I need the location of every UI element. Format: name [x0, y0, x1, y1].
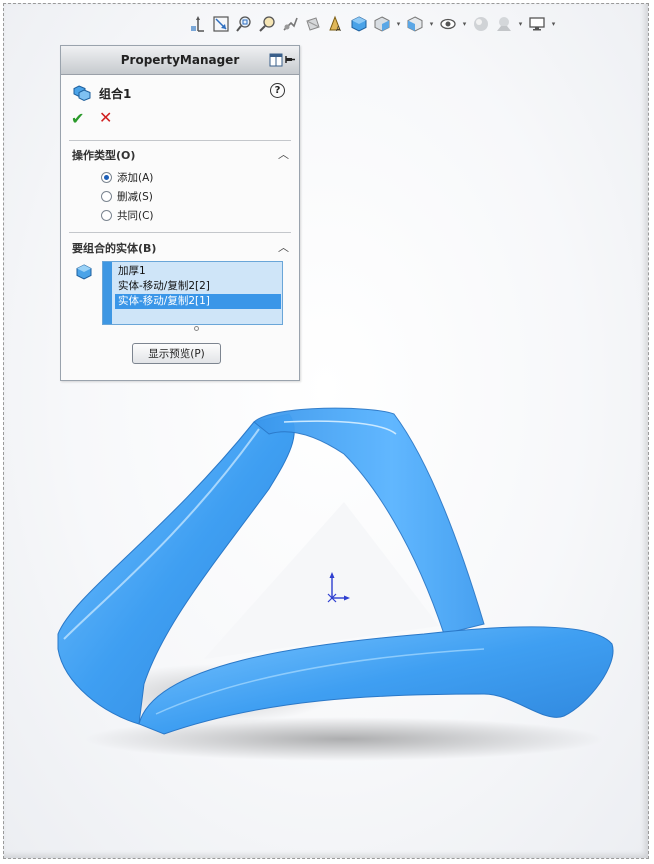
heads-up-view-toolbar: A ▾ ▾ ▾ ▾ ▾: [188, 12, 557, 36]
appearance-icon[interactable]: [471, 14, 491, 34]
list-item-selected[interactable]: 实体-移动/复制2[1]: [115, 294, 281, 309]
bodies-to-combine-title[interactable]: 要组合的实体(B): [72, 240, 156, 256]
hide-show-icon[interactable]: [372, 14, 392, 34]
ok-button[interactable]: ✔: [71, 109, 84, 128]
graphics-area[interactable]: A ▾ ▾ ▾ ▾ ▾ PropertyManager 组合1 ? ✔ ✕ 操作…: [3, 3, 649, 859]
collapse-chevron-icon[interactable]: ︿: [278, 239, 289, 255]
bodies-list[interactable]: 加厚1 实体-移动/复制2[2] 实体-移动/复制2[1]: [102, 261, 283, 325]
cancel-button[interactable]: ✕: [99, 108, 112, 127]
radio-common[interactable]: 共同(C): [101, 208, 154, 223]
radio-button-icon[interactable]: [101, 191, 112, 202]
zoom-in-out-icon[interactable]: [257, 14, 277, 34]
radio-add[interactable]: 添加(A): [101, 170, 153, 185]
bodies-list-items: 加厚1 实体-移动/复制2[2] 实体-移动/复制2[1]: [115, 264, 281, 309]
radio-subtract[interactable]: 删减(S): [101, 189, 153, 204]
view-settings-dropdown-icon[interactable]: ▾: [550, 14, 557, 34]
dynamic-annotation-icon[interactable]: A: [326, 14, 346, 34]
list-focus-bar: [103, 262, 112, 324]
list-item[interactable]: 实体-移动/复制2[2]: [115, 279, 281, 294]
origin-triad-icon: [327, 572, 350, 603]
pushpin-icon[interactable]: [285, 53, 295, 67]
collapse-chevron-icon[interactable]: ︿: [278, 146, 289, 162]
operation-type-title[interactable]: 操作类型(O): [72, 147, 135, 163]
feature-title: 组合1: [73, 84, 131, 102]
help-icon[interactable]: ?: [270, 83, 285, 98]
feature-name: 组合1: [99, 86, 132, 101]
solid-body-icon: [76, 264, 92, 280]
zoom-to-fit-icon[interactable]: [211, 14, 231, 34]
radio-subtract-label: 删减(S): [117, 191, 153, 203]
combine-feature-icon: [73, 85, 91, 102]
property-manager-title: PropertyManager: [120, 53, 240, 67]
view-type-icon[interactable]: [405, 14, 425, 34]
radio-common-label: 共同(C): [117, 210, 154, 222]
svg-text:A: A: [336, 25, 341, 33]
section-view-icon[interactable]: [303, 14, 323, 34]
show-preview-button[interactable]: 显示预览(P): [132, 343, 221, 364]
divider: [69, 140, 291, 141]
radio-add-label: 添加(A): [117, 172, 154, 184]
configuration-icon[interactable]: [269, 53, 283, 67]
previous-view-icon[interactable]: [280, 14, 300, 34]
visibility-dropdown-icon[interactable]: ▾: [461, 14, 468, 34]
view-orientation-icon[interactable]: [188, 14, 208, 34]
radio-button-icon[interactable]: [101, 210, 112, 221]
property-manager-panel: PropertyManager 组合1 ? ✔ ✕ 操作类型(O) ︿ 添加(A…: [60, 45, 300, 381]
property-manager-header: PropertyManager: [61, 46, 299, 75]
divider: [69, 232, 291, 233]
radio-button-icon[interactable]: [101, 172, 112, 183]
scene-dropdown-icon[interactable]: ▾: [517, 14, 524, 34]
view-type-dropdown-icon[interactable]: ▾: [428, 14, 435, 34]
list-item[interactable]: 加厚1: [115, 264, 281, 279]
list-resize-handle[interactable]: [194, 326, 199, 331]
scene-icon[interactable]: [494, 14, 514, 34]
zoom-to-area-icon[interactable]: [234, 14, 254, 34]
visibility-icon[interactable]: [438, 14, 458, 34]
display-style-dropdown-icon[interactable]: ▾: [395, 14, 402, 34]
display-style-icon[interactable]: [349, 14, 369, 34]
pin-controls: [269, 53, 295, 67]
view-settings-icon[interactable]: [527, 14, 547, 34]
